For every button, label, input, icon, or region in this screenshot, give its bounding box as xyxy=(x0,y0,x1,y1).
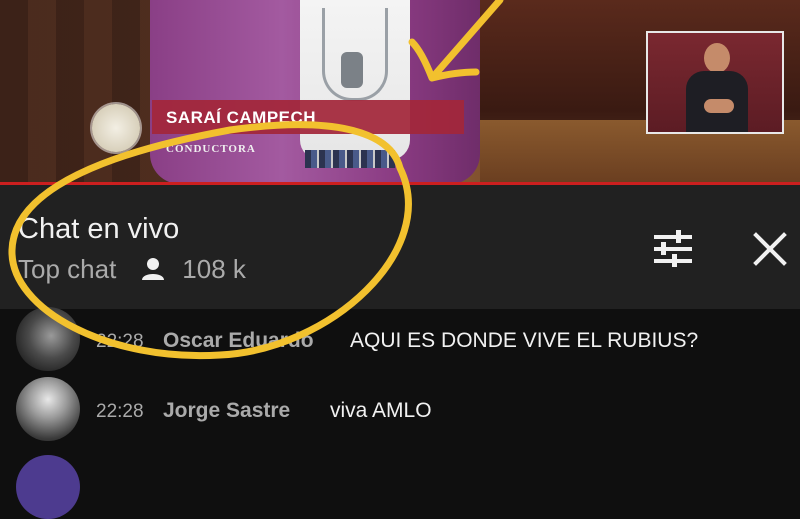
presenter-belt xyxy=(305,150,395,168)
chat-mode-label[interactable]: Top chat xyxy=(18,254,116,285)
person-icon xyxy=(140,256,166,282)
viewer-count: 108 k xyxy=(182,253,246,284)
interpreter-head xyxy=(704,43,730,73)
tune-icon xyxy=(650,230,696,275)
video-player[interactable]: SARAÍ CAMPECH CONDUCTORA xyxy=(0,0,800,184)
chat-message-list[interactable]: 22:28 Oscar Eduardo AQUI ES DONDE VIVE E… xyxy=(0,307,800,519)
message-time: 22:28 xyxy=(96,401,144,422)
sign-language-interpreter-inset xyxy=(646,31,784,134)
close-chat-button[interactable] xyxy=(748,227,792,271)
government-seal-logo xyxy=(92,104,140,152)
chat-message[interactable]: 22:28 Jorge Sastre viva AMLO xyxy=(0,377,800,441)
presenter-role: CONDUCTORA xyxy=(166,143,256,155)
presenter-name: SARAÍ CAMPECH xyxy=(166,108,317,127)
chat-message[interactable]: 22:28 Oscar Eduardo AQUI ES DONDE VIVE E… xyxy=(0,297,800,371)
close-icon xyxy=(748,232,792,275)
message-author[interactable]: Oscar Eduardo xyxy=(163,329,314,353)
avatar[interactable] xyxy=(16,455,80,519)
interpreter-hands xyxy=(704,99,734,113)
message-text: viva AMLO xyxy=(330,399,432,422)
chat-title: Chat en vivo xyxy=(18,213,180,245)
chat-filter-button[interactable] xyxy=(650,227,696,271)
presenter-necklace xyxy=(322,8,388,101)
message-text: AQUI ES DONDE VIVE EL RUBIUS? xyxy=(350,329,699,352)
avatar[interactable] xyxy=(16,307,80,371)
avatar[interactable] xyxy=(16,377,80,441)
message-author[interactable]: Jorge Sastre xyxy=(163,399,290,423)
message-time: 22:28 xyxy=(96,331,144,352)
chat-mode-row[interactable]: Top chat 108 k xyxy=(18,253,246,285)
